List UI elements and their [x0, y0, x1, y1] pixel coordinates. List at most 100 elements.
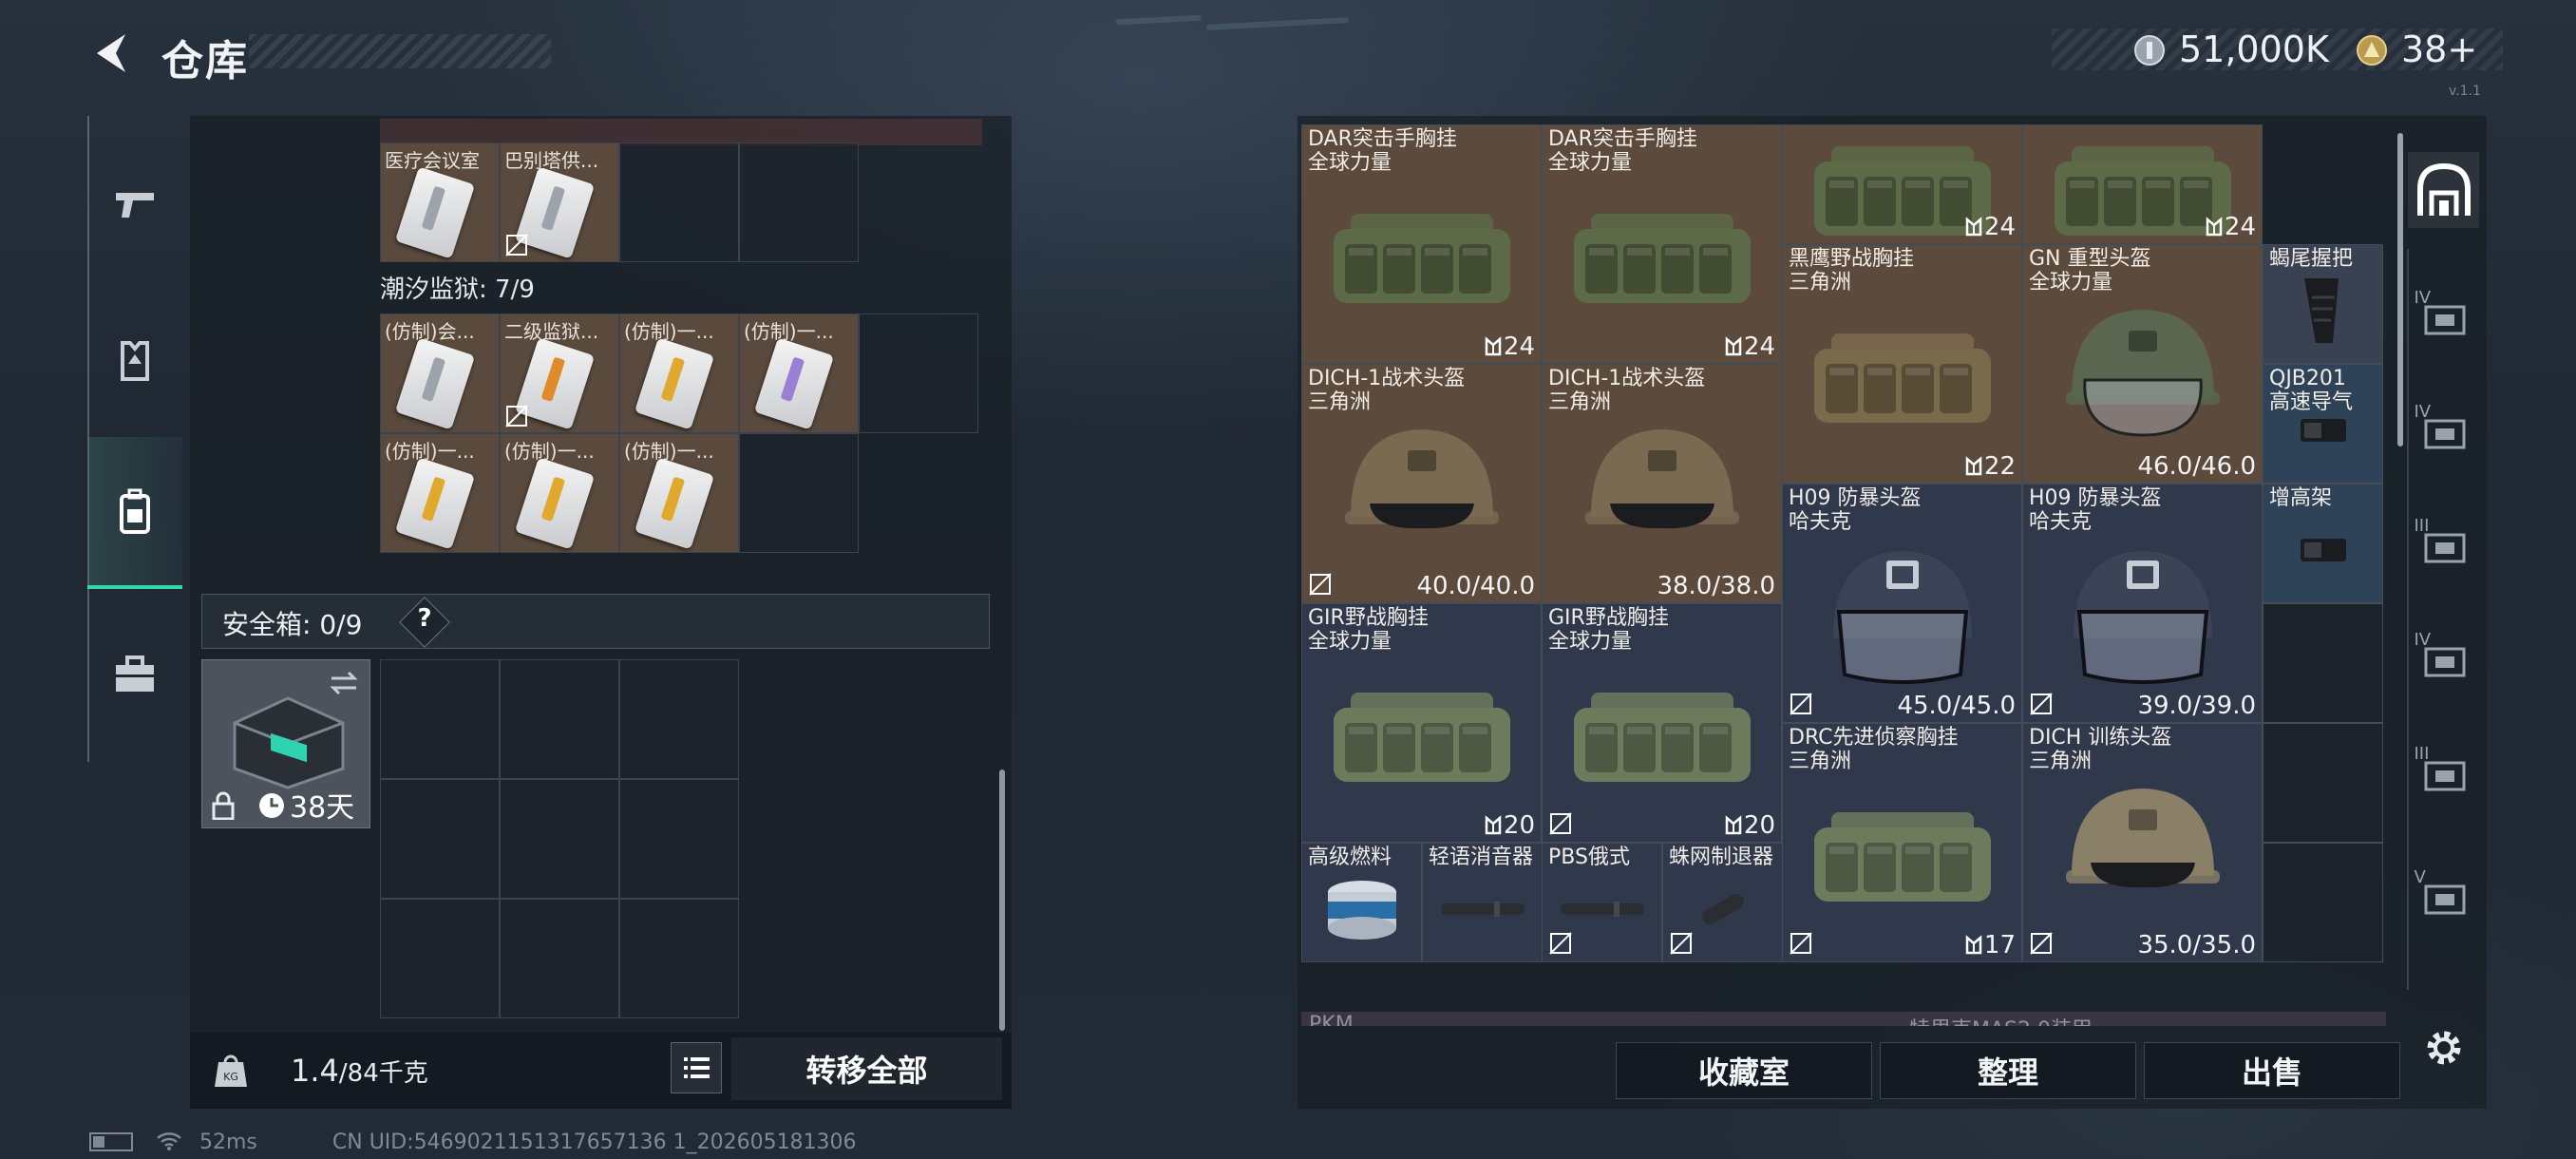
warning-crate-icon — [2424, 761, 2465, 791]
inventory-slot[interactable]: (仿制)会... — [380, 314, 500, 433]
sell-button[interactable]: 出售 — [2144, 1042, 2400, 1099]
keycard-strip — [660, 476, 686, 522]
storage-item[interactable]: DICH-1战术头盔 三角洲 38.0/38.0 — [1542, 364, 1782, 603]
inventory-slot[interactable]: 巴别塔供... — [500, 142, 619, 262]
collection-room-button[interactable]: 收藏室 — [1616, 1042, 1872, 1099]
keycard-strip — [421, 476, 446, 522]
storage-tab[interactable]: V — [2408, 855, 2479, 931]
inventory-slot[interactable]: (仿制)一... — [619, 433, 739, 553]
storage-item[interactable]: GN 重型头盔 全球力量 46.0/46.0 — [2022, 244, 2263, 484]
item-value: 17 — [1983, 931, 2016, 960]
storage-item[interactable]: DICH 训练头盔 三角洲 35.0/35.0 — [2022, 723, 2263, 962]
safe-box-slot[interactable] — [500, 899, 619, 1018]
safe-icon — [2424, 647, 2465, 677]
item-label: DICH-1战术头盔 三角洲 — [1548, 367, 1705, 414]
item-name: DAR突击手胸挂 — [1548, 127, 1697, 151]
storage-item[interactable]: 24 — [1782, 124, 2022, 244]
keycard-strip — [540, 476, 566, 522]
item-label: DAR突击手胸挂 全球力量 — [1308, 127, 1457, 175]
storage-item[interactable]: DAR突击手胸挂 全球力量 24 — [1301, 124, 1542, 364]
storage-tab[interactable]: IV — [2408, 390, 2479, 466]
safe-box-slot[interactable] — [500, 659, 619, 779]
capacity-icon — [1965, 217, 1982, 237]
item-name: H09 防暴头盔 — [1789, 486, 1922, 510]
item-name: 高级燃料 — [1308, 846, 1392, 869]
tab-backpack[interactable] — [87, 437, 182, 589]
safe-box-slot[interactable] — [619, 899, 739, 1018]
storage-item[interactable]: DAR突击手胸挂 全球力量 24 — [1542, 124, 1782, 364]
tab-weapons[interactable] — [87, 128, 182, 280]
capacity-readout: 22 — [1965, 452, 2016, 481]
lock-icon — [212, 791, 235, 820]
capacity-readout: 24 — [1485, 332, 1535, 361]
durability-readout: 45.0/45.0 — [1897, 692, 2016, 720]
storage-item[interactable]: GIR野战胸挂 全球力量 20 — [1301, 603, 1542, 843]
storage-tab[interactable]: III — [2408, 732, 2479, 808]
safe-box-slot[interactable] — [380, 659, 500, 779]
tab-toolbox[interactable] — [87, 598, 182, 750]
item-value: 40.0/40.0 — [1416, 572, 1535, 600]
safe-box-slot[interactable] — [619, 779, 739, 899]
storage-item[interactable]: 轻语消音器 — [1422, 843, 1543, 962]
unmarked-icon — [1790, 932, 1812, 955]
left-scrollbar[interactable] — [999, 770, 1005, 1031]
empty-slot[interactable] — [2263, 723, 2383, 843]
inventory-slot[interactable]: (仿制)一... — [619, 314, 739, 433]
safe-box-item[interactable]: 38天 — [201, 659, 370, 828]
inventory-slot[interactable]: 医疗会议室 — [380, 142, 500, 262]
item-faction: 全球力量 — [1308, 151, 1392, 175]
empty-slot[interactable] — [859, 314, 978, 433]
storage-item[interactable]: H09 防暴头盔 哈夫克 39.0/39.0 — [2022, 484, 2263, 723]
sort-button[interactable]: 整理 — [1880, 1042, 2136, 1099]
storage-tab[interactable]: IV — [2408, 618, 2479, 694]
empty-slot[interactable] — [2263, 603, 2383, 723]
storage-item[interactable]: 高级燃料 — [1301, 843, 1422, 962]
item-label: GIR野战胸挂 全球力量 — [1548, 606, 1669, 654]
keycard-icon — [394, 166, 476, 259]
empty-slot[interactable] — [739, 433, 859, 553]
settings-gear-icon[interactable] — [2420, 1024, 2468, 1072]
safe-box-slot[interactable] — [619, 659, 739, 779]
storage-item[interactable]: GIR野战胸挂 全球力量 20 — [1542, 603, 1782, 843]
storage-item[interactable]: 蝎尾握把 — [2263, 244, 2383, 364]
item-value: 24 — [1503, 332, 1535, 361]
storage-item[interactable]: PBS俄式 — [1542, 843, 1662, 962]
storage-scrollbar[interactable] — [2397, 133, 2403, 446]
storage-item[interactable]: H09 防暴头盔 哈夫克 45.0/45.0 — [1782, 484, 2022, 723]
storage-item[interactable]: 蛛网制退器 — [1662, 843, 1783, 962]
storage-item[interactable]: 24 — [2022, 124, 2263, 244]
inventory-slot[interactable]: 二级监狱... — [500, 314, 619, 433]
safe-box-slot[interactable] — [500, 779, 619, 899]
empty-slot[interactable] — [739, 142, 859, 262]
safe-box-slot[interactable] — [380, 899, 500, 1018]
empty-slot[interactable] — [619, 142, 739, 262]
transfer-all-button[interactable]: 转移全部 — [731, 1037, 1002, 1100]
storage-tab[interactable]: IV — [2408, 276, 2479, 352]
list-view-button[interactable] — [671, 1042, 722, 1093]
storage-item[interactable]: 增高架 — [2263, 484, 2383, 603]
storage-item[interactable]: QJB201 高速导气 — [2263, 364, 2383, 484]
item-name: 黑鹰野战胸挂 — [1789, 247, 1915, 271]
item-name: 二级监狱... — [504, 320, 599, 343]
tab-armor[interactable] — [87, 285, 182, 437]
empty-slot[interactable] — [2263, 843, 2383, 962]
swap-icon — [330, 671, 358, 695]
uid-text: CN UID:5469021151317657136 1_20260518130… — [331, 1130, 857, 1154]
unmarked-icon — [505, 234, 528, 256]
capacity-readout: 17 — [1965, 931, 2016, 960]
storage-tab[interactable] — [2408, 152, 2479, 228]
item-value: 20 — [1503, 811, 1535, 840]
inventory-slot[interactable]: (仿制)一... — [380, 433, 500, 553]
safe-box-slot[interactable] — [380, 779, 500, 899]
storage-tab[interactable]: III — [2408, 504, 2479, 580]
inventory-slot[interactable]: (仿制)一... — [739, 314, 859, 433]
clock-icon — [259, 793, 284, 818]
back-arrow-icon[interactable] — [87, 28, 137, 78]
pistol-icon — [116, 193, 154, 218]
storage-item[interactable]: DICH-1战术头盔 三角洲 40.0/40.0 — [1301, 364, 1542, 603]
inventory-slot[interactable]: (仿制)一... — [500, 433, 619, 553]
storage-item[interactable]: DRC先进侦察胸挂 三角洲 17 — [1782, 723, 2022, 962]
storage-item[interactable]: 黑鹰野战胸挂 三角洲 22 — [1782, 244, 2022, 484]
item-faction: 哈夫克 — [2029, 510, 2093, 534]
item-label: H09 防暴头盔 哈夫克 — [2029, 486, 2162, 534]
